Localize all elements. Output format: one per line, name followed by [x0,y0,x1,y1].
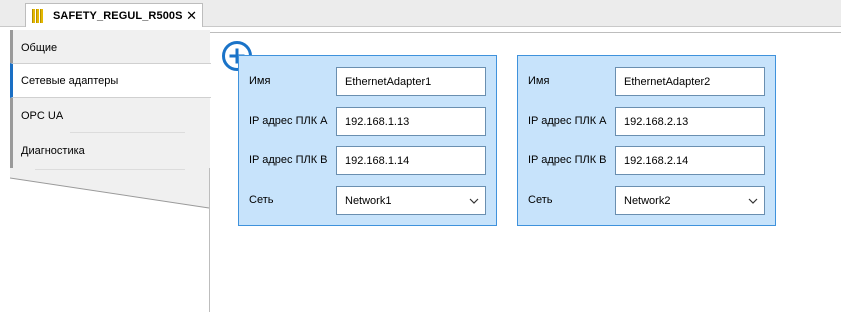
network-select-value: Network1 [345,194,392,207]
field-label: Имя [249,75,271,87]
network-adapter-card: Имя EthernetAdapter1 IP адрес ПЛК A 192.… [238,55,497,226]
field-label: IP адрес ПЛК A [249,115,328,127]
network-select-value: Network2 [624,194,671,207]
network-select[interactable]: Network1 [336,186,486,215]
field-label: Сеть [249,194,274,206]
adapter-name-row: Имя EthernetAdapter2 [518,67,775,96]
chevron-down-icon [469,198,479,204]
network-row: Сеть Network1 [239,186,496,215]
field-label: IP адрес ПЛК B [249,154,328,166]
document-tab-strip: SAFETY_REGUL_R500S ✕ [0,0,841,27]
field-label: IP адрес ПЛК A [528,115,607,127]
ip-b-field[interactable]: 192.168.2.14 [615,146,765,175]
settings-nav-panel: Общие Сетевые адаптеры OPC UA Диагностик… [10,30,211,312]
ip-a-field[interactable]: 192.168.2.13 [615,107,765,136]
adapter-name-field[interactable]: EthernetAdapter1 [336,67,486,96]
ip-b-row: IP адрес ПЛК B 192.168.2.14 [518,146,775,175]
nav-panel-edge [10,177,210,312]
document-tab-title: SAFETY_REGUL_R500S [53,9,183,22]
adapter-name-field[interactable]: EthernetAdapter2 [615,67,765,96]
field-label: Сеть [528,194,553,206]
network-adapter-card: Имя EthernetAdapter2 IP адрес ПЛК A 192.… [517,55,776,226]
network-row: Сеть Network2 [518,186,775,215]
document-tab[interactable]: SAFETY_REGUL_R500S ✕ [25,3,203,27]
ip-a-row: IP адрес ПЛК A 192.168.2.13 [518,107,775,136]
ip-a-field[interactable]: 192.168.1.13 [336,107,486,136]
ip-b-field[interactable]: 192.168.1.14 [336,146,486,175]
chevron-down-icon [748,198,758,204]
field-label: IP адрес ПЛК B [528,154,607,166]
field-label: Имя [528,75,550,87]
adapter-name-row: Имя EthernetAdapter1 [239,67,496,96]
ip-a-row: IP адрес ПЛК A 192.168.1.13 [239,107,496,136]
network-select[interactable]: Network2 [615,186,765,215]
ip-b-row: IP адрес ПЛК B 192.168.1.14 [239,146,496,175]
device-module-icon [32,8,45,23]
content-divider [210,32,841,33]
close-icon[interactable]: ✕ [186,8,197,24]
